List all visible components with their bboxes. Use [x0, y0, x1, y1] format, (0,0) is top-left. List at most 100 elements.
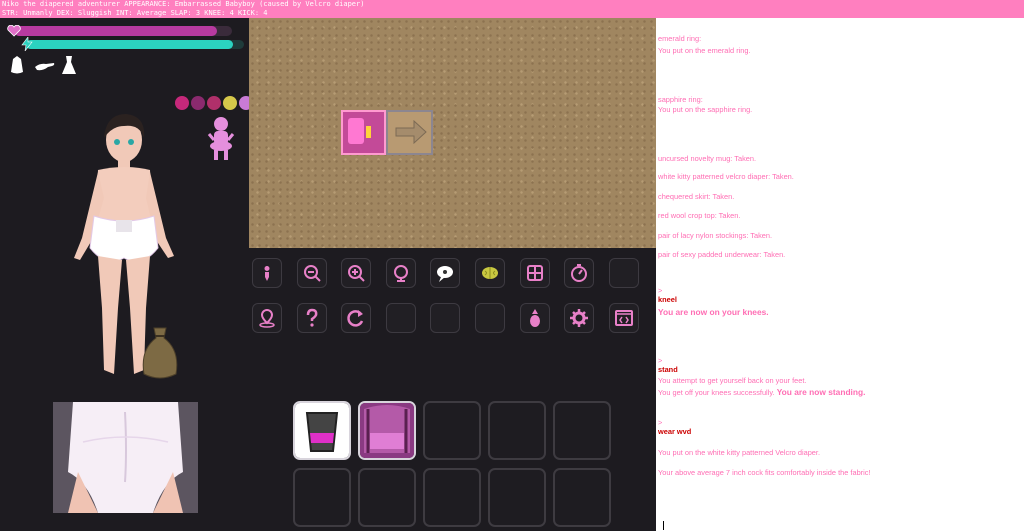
slot-8[interactable]	[423, 468, 481, 527]
log-command: stand	[658, 365, 678, 374]
log-emphasis: You are now standing.	[774, 387, 866, 397]
log-line: Your above average 7 inch cock fits comf…	[658, 468, 871, 477]
diaper-bag-icon[interactable]	[8, 55, 26, 75]
kneel-button[interactable]	[252, 258, 282, 288]
log-text: chequered skirt: Taken.	[658, 192, 735, 201]
globe-icon	[393, 265, 408, 282]
redo-button[interactable]	[341, 303, 372, 333]
status-line-stats: STR: Unmanly DEX: Sluggish INT: Average …	[2, 9, 268, 17]
game-map[interactable]	[249, 18, 656, 248]
map-location-button[interactable]	[252, 303, 282, 333]
log-text: wear wvd	[658, 427, 692, 436]
zoom-in-icon	[348, 265, 365, 282]
cross-icon[interactable]	[207, 96, 221, 110]
slot-9[interactable]	[488, 468, 546, 527]
slot-5[interactable]	[553, 401, 611, 460]
log-line: You put on the emerald ring.	[658, 46, 751, 55]
log-line: >	[658, 418, 662, 427]
room-furniture	[348, 118, 364, 144]
zoom-in-button[interactable]	[341, 258, 372, 288]
gear-icon	[570, 309, 589, 327]
question-icon	[306, 308, 317, 327]
zoom-out-icon	[303, 265, 321, 282]
log-text: You put on the white kitty patterned Vel…	[658, 448, 821, 457]
brain-button[interactable]	[474, 258, 505, 288]
log-text: You are now on your knees.	[658, 307, 769, 317]
closeup-image	[53, 402, 198, 513]
slot-7[interactable]	[358, 468, 416, 527]
player-marker-icon	[366, 126, 371, 138]
empty-button-3[interactable]	[430, 303, 461, 333]
heart-icon	[7, 25, 21, 37]
log-line: You are now on your knees.	[658, 307, 769, 317]
log-text: pair of lacy nylon stockings: Taken.	[658, 231, 773, 240]
log-line: >	[658, 356, 662, 365]
speech-icon	[437, 266, 454, 282]
timer-icon	[571, 264, 588, 282]
inventory-button[interactable]	[519, 258, 550, 288]
message-log[interactable]: emerald ring: You put on the emerald ring…	[656, 18, 1024, 531]
log-text: Your above average 7 inch cock fits comf…	[658, 468, 871, 477]
log-text: >	[658, 418, 663, 427]
log-text: >	[658, 356, 663, 365]
kneel-icon	[264, 266, 270, 281]
log-line: You get off your knees successfully. You…	[658, 387, 865, 397]
inventory-grid: ?	[293, 401, 611, 527]
talk-button[interactable]	[430, 258, 461, 288]
log-text: You put on the sapphire ring.	[658, 105, 753, 114]
health-bar-track	[14, 26, 232, 36]
slot-2[interactable]	[358, 401, 416, 460]
globe-button[interactable]	[385, 258, 416, 288]
log-line: emerald ring:	[658, 34, 701, 43]
skull-icon[interactable]	[223, 96, 237, 110]
pineapple-button[interactable]	[519, 303, 550, 333]
dress-icon[interactable]	[60, 55, 78, 75]
log-line: uncursed novelty mug: Taken.	[658, 154, 756, 163]
health-bar-fill	[14, 26, 217, 36]
sack-icon[interactable]	[140, 324, 180, 382]
log-text: >	[658, 286, 663, 295]
zoom-out-button[interactable]	[296, 258, 327, 288]
action-button-grid	[252, 258, 639, 333]
stat-icons	[8, 55, 78, 77]
log-text: kneel	[658, 295, 677, 304]
empty-button-2[interactable]	[385, 303, 416, 333]
log-line: You put on the sapphire ring.	[658, 105, 752, 114]
log-line: white kitty patterned velcro diaper: Tak…	[658, 172, 794, 181]
map-room-adjacent[interactable]	[386, 110, 433, 155]
slot-3[interactable]	[423, 401, 481, 460]
hand-icon[interactable]	[34, 55, 55, 75]
code-window-icon	[614, 310, 633, 326]
brain-icon	[481, 267, 498, 279]
pineapple-icon	[529, 309, 540, 327]
empty-button-1[interactable]	[608, 258, 639, 288]
map-room-current[interactable]	[341, 110, 386, 155]
wait-button[interactable]	[564, 258, 595, 288]
log-text: stand	[658, 365, 678, 374]
log-line: pair of lacy nylon stockings: Taken.	[658, 231, 772, 240]
slot-1[interactable]: ?	[293, 401, 351, 460]
energy-bar-fill	[26, 40, 234, 49]
slot-6[interactable]	[293, 468, 351, 527]
log-command: wear wvd	[658, 427, 691, 436]
log-text: emerald ring:	[658, 34, 702, 43]
empty-button-4[interactable]	[474, 303, 505, 333]
console-button[interactable]	[608, 303, 639, 333]
cycle-icon[interactable]	[191, 96, 205, 110]
log-text: white kitty patterned velcro diaper: Tak…	[658, 172, 794, 181]
slot-4[interactable]	[488, 401, 546, 460]
slot-10[interactable]	[553, 468, 611, 527]
log-text: pair of sexy padded underwear: Taken.	[658, 250, 786, 259]
log-text: You put on the emerald ring.	[658, 46, 751, 55]
log-text: red wool crop top: Taken.	[658, 211, 741, 220]
log-text: You get off your knees successfully.	[658, 388, 775, 397]
log-line: You put on the white kitty patterned Vel…	[658, 448, 820, 457]
help-button[interactable]	[296, 303, 327, 333]
log-text: uncursed novelty mug: Taken.	[658, 154, 757, 163]
status-bar: Niko the diapered adventurer APPEARANCE:…	[0, 0, 1024, 18]
energy-bar-track	[26, 40, 244, 49]
input-caret[interactable]	[663, 521, 664, 530]
canopy-bed-icon	[360, 403, 414, 458]
log-line: chequered skirt: Taken.	[658, 192, 734, 201]
settings-button[interactable]	[564, 303, 595, 333]
